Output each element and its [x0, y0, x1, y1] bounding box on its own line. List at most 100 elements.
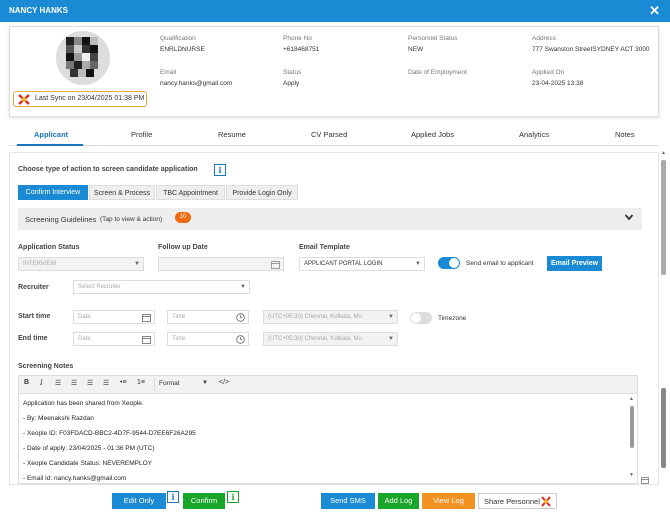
tab-cv-parsed[interactable]: CV Parsed [311, 130, 347, 139]
panel-scroll-thumb-lower[interactable] [661, 388, 666, 468]
personnel-status-label: Personnel Status [408, 35, 458, 42]
tab-notes[interactable]: Notes [615, 130, 635, 139]
format-select[interactable]: Format ▼ [154, 378, 212, 391]
tab-analytics[interactable]: Analytics [519, 130, 549, 139]
notes-scrollbar[interactable]: ▲ ▼ [628, 394, 636, 483]
screening-notes-label: Screening Notes [18, 363, 74, 370]
application-status-select[interactable]: INTERVIEW ▼ [18, 257, 144, 271]
screening-guidelines-bar[interactable]: Screening Guidelines (Tap to view & acti… [18, 208, 642, 230]
scroll-down-icon[interactable]: ▼ [629, 472, 634, 478]
application-status-label: Application Status [18, 244, 80, 251]
tab-profile[interactable]: Profile [131, 130, 152, 139]
caret-down-icon: ▼ [388, 314, 394, 320]
email-template-label: Email Template [299, 244, 350, 251]
note-line: Application has been shared from Xeople. [23, 400, 144, 407]
recruiter-select[interactable]: Select Recruiter ▼ [73, 280, 250, 294]
applied-on-value: 23-04-2025 13:38 [532, 80, 584, 87]
add-log-button[interactable]: Add Log [378, 493, 419, 509]
edit-only-info-icon[interactable]: i [167, 491, 179, 503]
end-time-label: End time [18, 335, 48, 342]
end-time-input[interactable]: Time [167, 332, 249, 346]
start-time-input[interactable]: Time [167, 310, 249, 324]
edit-only-button[interactable]: Edit Only [112, 493, 166, 509]
end-time-placeholder: Time [172, 336, 186, 342]
resize-handle-icon[interactable] [641, 477, 649, 484]
bullet-list-icon[interactable]: •≡ [120, 379, 127, 386]
scroll-up-icon[interactable]: ▲ [661, 150, 666, 156]
calendar-icon [142, 313, 151, 324]
share-personnel-button[interactable]: Share Personnel [478, 493, 557, 509]
panel-scroll-thumb[interactable] [661, 160, 666, 275]
application-status-value: INTERVIEW [23, 261, 57, 267]
provide-login-only-button[interactable]: Provide Login Only [226, 185, 298, 200]
confirm-info-icon[interactable]: i [227, 491, 239, 503]
email-template-value: APPLICANT PORTAL LOGIN [304, 261, 383, 267]
guidelines-hint: (Tap to view & action) [100, 216, 163, 223]
view-log-button[interactable]: View Log [422, 493, 475, 509]
start-time-label: Start time [18, 313, 51, 320]
bold-icon[interactable]: B [24, 379, 29, 386]
email-preview-button[interactable]: Email Preview [547, 256, 602, 271]
screen-info-icon[interactable]: i [214, 164, 226, 176]
italic-icon[interactable]: I [40, 379, 43, 387]
follow-up-date-input[interactable] [158, 257, 284, 271]
address-label: Address [532, 35, 556, 42]
end-date-input[interactable]: Date [73, 332, 155, 346]
caret-down-icon: ▼ [388, 336, 394, 342]
tbc-appointment-button[interactable]: TBC Appointment [156, 185, 225, 200]
last-sync-badge[interactable]: Last Sync on 23/04/2025 01:38 PM [13, 91, 147, 107]
numbered-list-icon[interactable]: 1≡ [137, 379, 145, 386]
guidelines-count-badge: 10 [175, 212, 191, 223]
timezone-toggle[interactable] [410, 312, 432, 324]
align-left-icon[interactable]: ☰ [55, 379, 61, 387]
phone-label: Phone No [283, 35, 312, 42]
start-date-input[interactable]: Date [73, 310, 155, 324]
note-line: - Date of apply: 23/04/2025 - 01:36 PM (… [23, 445, 155, 452]
tab-bar: Applicant Profile Resume CV Parsed Appli… [9, 124, 659, 146]
applied-on-label: Applied On [532, 69, 565, 76]
last-sync-text: Last Sync on 23/04/2025 01:38 PM [35, 95, 145, 102]
start-date-placeholder: Date [78, 314, 91, 320]
guidelines-title: Screening Guidelines [25, 215, 97, 224]
close-icon[interactable]: ✕ [649, 3, 660, 19]
screen-process-button[interactable]: Screen & Process [89, 185, 155, 200]
notes-scroll-thumb[interactable] [630, 406, 634, 448]
share-icon [540, 496, 552, 513]
address-value: 777 Swanston StreetSYDNEY ACT 3000 [532, 46, 650, 53]
note-line: - Xeople ID: F03FDACD-BBC2-4D7F-9544-D7E… [23, 430, 196, 437]
code-view-icon[interactable]: </> [219, 379, 229, 386]
start-time-placeholder: Time [172, 314, 186, 320]
tab-applicant[interactable]: Applicant [34, 130, 68, 139]
phone-value: +618468751 [283, 46, 320, 53]
caret-down-icon: ▼ [240, 284, 246, 290]
align-justify-icon[interactable]: ☰ [103, 379, 109, 387]
tab-resume[interactable]: Resume [218, 130, 246, 139]
note-line: - Email Id: nancy.hanks@gmail.com [23, 475, 127, 482]
align-right-icon[interactable]: ☰ [87, 379, 93, 387]
recruiter-label: Recruiter [18, 284, 49, 291]
start-timezone-value: (UTC+05:30) Chennai, Kolkata, Mu [268, 314, 362, 320]
scroll-up-icon[interactable]: ▲ [629, 396, 634, 402]
confirm-interview-button[interactable]: Confirm Interview [18, 185, 88, 200]
email-template-select[interactable]: APPLICANT PORTAL LOGIN ▼ [299, 257, 425, 271]
screen-heading: Choose type of action to screen candidat… [18, 166, 198, 173]
send-sms-button[interactable]: Send SMS [321, 493, 375, 509]
send-email-label: Send email to applicant [466, 260, 534, 267]
align-center-icon[interactable]: ☰ [71, 379, 77, 387]
recruiter-placeholder: Select Recruiter [78, 284, 121, 290]
tab-applied-jobs[interactable]: Applied Jobs [411, 130, 454, 139]
date-of-employment-label: Date of Employment [408, 69, 467, 76]
notes-editor-content[interactable]: Application has been shared from Xeople.… [18, 394, 638, 484]
end-timezone-select[interactable]: (UTC+05:30) Chennai, Kolkata, Mu ▼ [263, 332, 398, 346]
clock-icon [236, 313, 245, 324]
end-date-placeholder: Date [78, 336, 91, 342]
chevron-down-icon [624, 212, 634, 224]
panel-scrollbar[interactable]: ▲ [660, 150, 667, 485]
send-email-toggle[interactable] [438, 257, 460, 269]
clock-icon [236, 335, 245, 346]
timezone-label: Timezone [438, 315, 467, 322]
start-timezone-select[interactable]: (UTC+05:30) Chennai, Kolkata, Mu ▼ [263, 310, 398, 324]
caret-down-icon: ▼ [415, 261, 421, 267]
confirm-button[interactable]: Confirm [183, 493, 225, 509]
share-personnel-label: Share Personnel [484, 497, 540, 506]
